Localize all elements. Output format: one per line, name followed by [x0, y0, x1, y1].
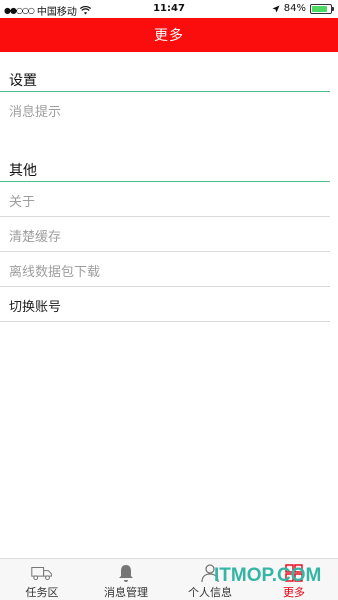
tab-label: 任务区 [25, 586, 59, 599]
section-title-settings: 设置 [9, 73, 37, 89]
nav-bar: 更多 [0, 18, 338, 52]
status-right: 84% [272, 3, 334, 14]
other-item-label: 离线数据包下载 [9, 265, 101, 280]
other-item-switch-account[interactable]: 切换账号 [0, 287, 330, 322]
truck-icon [31, 566, 52, 581]
other-item-label: 切换账号 [9, 300, 62, 315]
location-arrow-icon [272, 5, 280, 12]
section-header-other: 其他 [0, 154, 330, 182]
tab-message-management[interactable]: 消息管理 [84, 559, 168, 600]
page-title: 更多 [154, 28, 184, 44]
section-header-settings: 设置 [0, 64, 330, 92]
watermark-text: ITMOP.COM [214, 565, 322, 586]
section-title-other: 其他 [9, 163, 37, 179]
tab-label: 消息管理 [104, 586, 148, 599]
tab-task-area[interactable]: 任务区 [0, 559, 84, 600]
other-item-about[interactable]: 关于 [0, 182, 330, 217]
other-item-label: 关于 [9, 195, 36, 210]
other-item-label: 清楚缓存 [9, 230, 62, 245]
bell-icon [119, 565, 133, 582]
battery-percent: 84% [283, 3, 306, 14]
settings-item-label: 消息提示 [9, 105, 62, 120]
other-item-offline-download[interactable]: 离线数据包下载 [0, 252, 330, 287]
status-bar: ●●○○○ 中国移动 11:47 84% [0, 0, 338, 18]
other-item-clear-cache[interactable]: 清楚缓存 [0, 217, 330, 252]
settings-item-message-alert[interactable]: 消息提示 [0, 92, 330, 127]
battery-fill [312, 5, 328, 12]
battery-icon [310, 3, 334, 14]
